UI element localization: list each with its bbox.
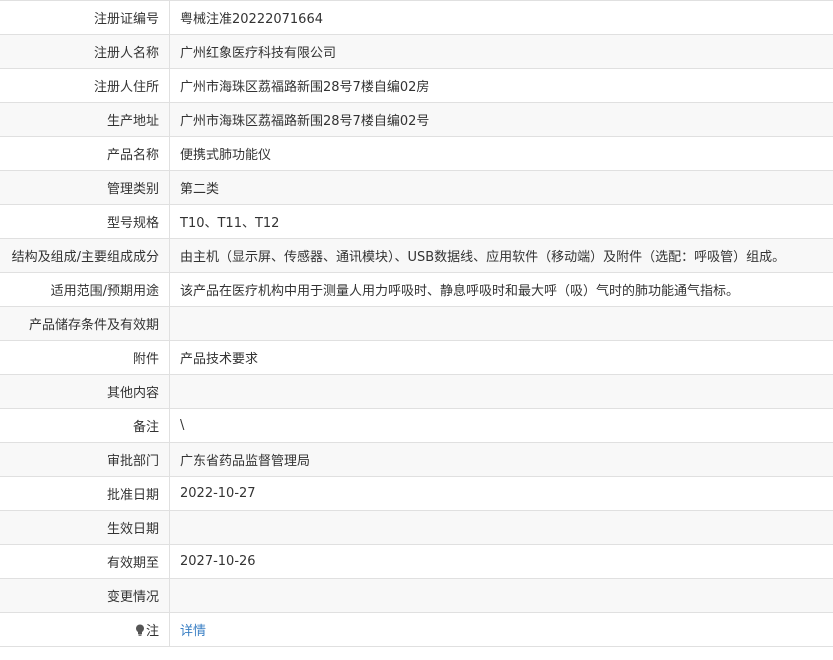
row-label: 附件 (0, 340, 170, 375)
details-link[interactable]: 详情 (180, 624, 206, 639)
table-row: 管理类别 第二类 (0, 170, 833, 205)
note-row: 注 详情 (0, 612, 833, 647)
table-row: 型号规格 T10、T11、T12 (0, 204, 833, 239)
row-value: 便携式肺功能仪 (169, 136, 833, 171)
table-row: 其他内容 (0, 374, 833, 409)
row-value: 粤械注准20222071664 (169, 0, 833, 35)
lightbulb-icon (135, 624, 145, 636)
row-label: 管理类别 (0, 170, 170, 205)
note-label-cell: 注 (0, 612, 170, 647)
row-label: 其他内容 (0, 374, 170, 409)
table-row: 注册人名称 广州红象医疗科技有限公司 (0, 34, 833, 69)
row-label: 产品储存条件及有效期 (0, 306, 170, 341)
row-value: 广州市海珠区荔福路新围28号7楼自编02号 (169, 102, 833, 137)
note-value-cell: 详情 (169, 612, 833, 647)
registration-detail-table: 注册证编号 粤械注准20222071664 注册人名称 广州红象医疗科技有限公司… (0, 0, 833, 647)
row-label: 适用范围/预期用途 (0, 272, 170, 307)
table-row: 生效日期 (0, 510, 833, 545)
row-label: 注册人名称 (0, 34, 170, 69)
row-label: 型号规格 (0, 204, 170, 239)
row-value (169, 578, 833, 613)
row-value (169, 510, 833, 545)
table-row: 变更情况 (0, 578, 833, 613)
note-label: 注 (145, 624, 159, 639)
row-value: 2027-10-26 (169, 544, 833, 579)
table-row: 结构及组成/主要组成成分 由主机（显示屏、传感器、通讯模块）、USB数据线、应用… (0, 238, 833, 273)
table-row: 注册证编号 粤械注准20222071664 (0, 0, 833, 35)
row-value (169, 306, 833, 341)
table-body: 注册证编号 粤械注准20222071664 注册人名称 广州红象医疗科技有限公司… (0, 0, 833, 647)
row-label: 产品名称 (0, 136, 170, 171)
table-row: 生产地址 广州市海珠区荔福路新围28号7楼自编02号 (0, 102, 833, 137)
row-label: 有效期至 (0, 544, 170, 579)
row-label: 审批部门 (0, 442, 170, 477)
table-row: 批准日期 2022-10-27 (0, 476, 833, 511)
table-row: 备注 \ (0, 408, 833, 443)
row-value: \ (169, 408, 833, 443)
row-label: 生产地址 (0, 102, 170, 137)
table-row: 有效期至 2027-10-26 (0, 544, 833, 579)
row-value: 第二类 (169, 170, 833, 205)
row-value: 广州市海珠区荔福路新围28号7楼自编02房 (169, 68, 833, 103)
row-value: 2022-10-27 (169, 476, 833, 511)
row-value (169, 374, 833, 409)
table-row: 适用范围/预期用途 该产品在医疗机构中用于测量人用力呼吸时、静息呼吸时和最大呼（… (0, 272, 833, 307)
row-label: 变更情况 (0, 578, 170, 613)
table-row: 产品名称 便携式肺功能仪 (0, 136, 833, 171)
table-row: 注册人住所 广州市海珠区荔福路新围28号7楼自编02房 (0, 68, 833, 103)
row-label: 备注 (0, 408, 170, 443)
table-row: 审批部门 广东省药品监督管理局 (0, 442, 833, 477)
row-value: 产品技术要求 (169, 340, 833, 375)
row-label: 结构及组成/主要组成成分 (0, 238, 170, 273)
row-label: 批准日期 (0, 476, 170, 511)
row-value: 广东省药品监督管理局 (169, 442, 833, 477)
table-row: 附件 产品技术要求 (0, 340, 833, 375)
row-label: 生效日期 (0, 510, 170, 545)
row-value: 由主机（显示屏、传感器、通讯模块）、USB数据线、应用软件（移动端）及附件（选配… (169, 238, 833, 273)
row-value: T10、T11、T12 (169, 204, 833, 239)
row-value: 该产品在医疗机构中用于测量人用力呼吸时、静息呼吸时和最大呼（吸）气时的肺功能通气… (169, 272, 833, 307)
row-label: 注册证编号 (0, 0, 170, 35)
table-row: 产品储存条件及有效期 (0, 306, 833, 341)
row-label: 注册人住所 (0, 68, 170, 103)
row-value: 广州红象医疗科技有限公司 (169, 34, 833, 69)
